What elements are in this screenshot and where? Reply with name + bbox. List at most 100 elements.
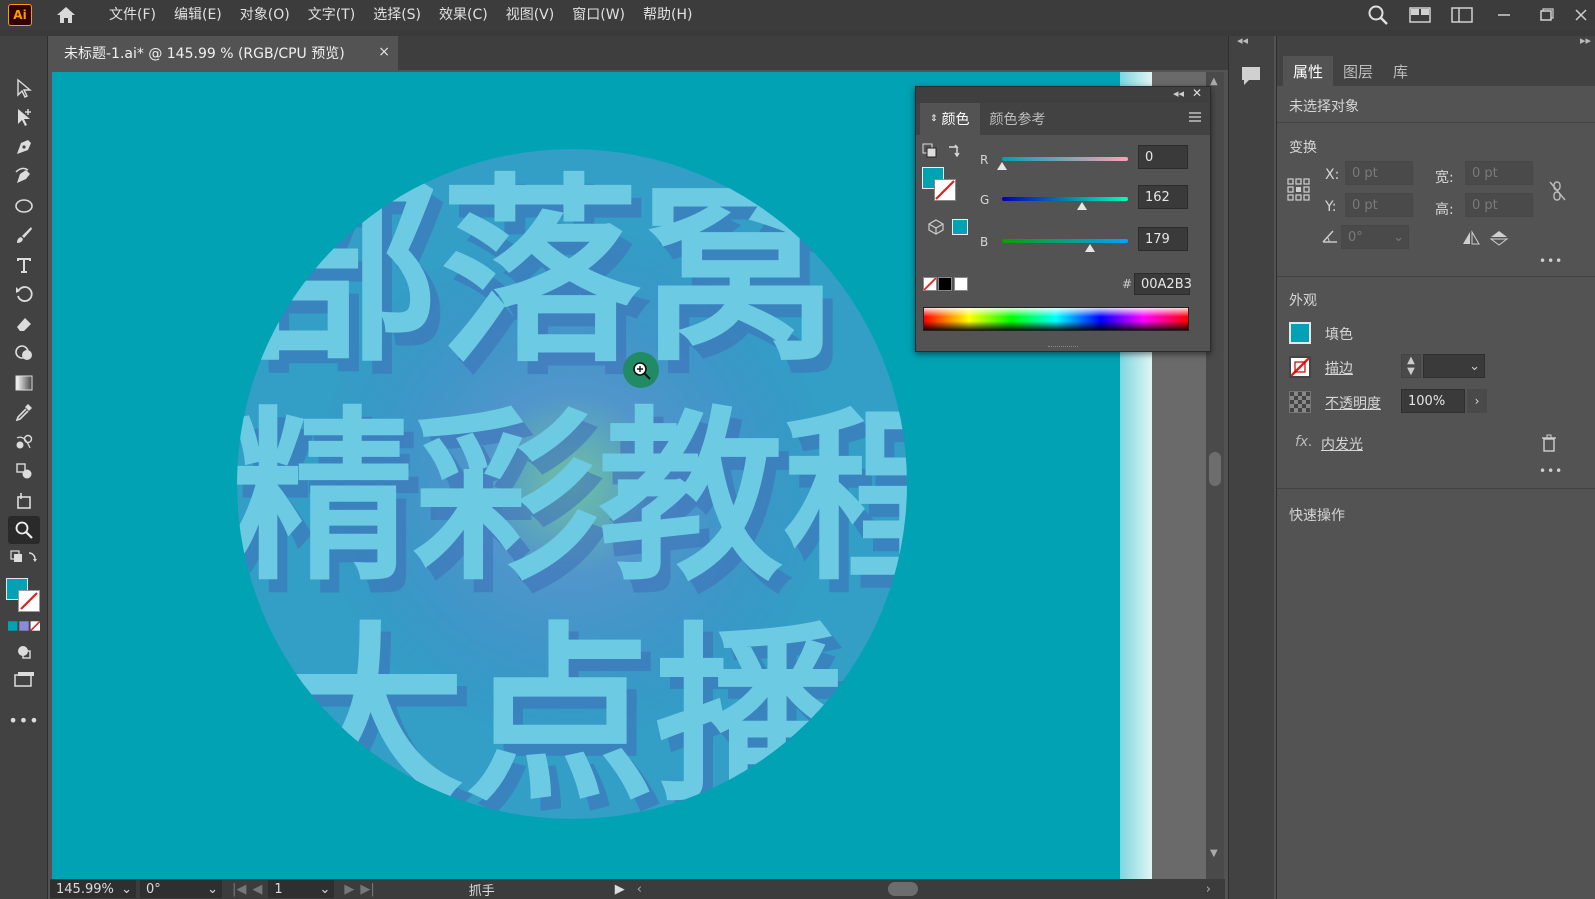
workspace-layout-icon[interactable] [1399,0,1441,30]
menu-edit[interactable]: 编辑(E) [165,0,231,30]
artboard-tool-icon[interactable] [8,487,40,515]
document-tab[interactable]: 未标题-1.ai* @ 145.99 % (RGB/CPU 预览) × [50,36,398,70]
g-value-field[interactable]: 162 [1138,185,1188,209]
color-mode-icon[interactable] [8,618,40,634]
scroll-right-icon[interactable]: › [1206,882,1211,897]
stroke-label[interactable]: 描边 [1325,358,1353,378]
web-safe-swatch[interactable] [952,219,968,235]
out-of-gamut-icon[interactable] [928,219,944,239]
search-icon[interactable] [1357,0,1399,30]
width-input[interactable]: 0 pt [1465,161,1533,185]
menu-effect[interactable]: 效果(C) [430,0,497,30]
zoom-tool-icon[interactable] [8,516,40,544]
b-slider-track[interactable] [1002,239,1128,243]
tab-layers[interactable]: 图层 [1333,56,1383,86]
b-slider-thumb[interactable] [1085,244,1096,252]
eyedropper-tool-icon[interactable] [8,398,40,426]
vertical-scroll-thumb[interactable] [1209,452,1221,486]
ellipse-tool-icon[interactable] [8,192,40,220]
close-panel-icon[interactable]: ✕ [1192,86,1202,100]
rotation-field[interactable]: 0° ⌄ [140,880,222,898]
menu-help[interactable]: 帮助(H) [634,0,701,30]
g-slider-track[interactable] [1002,197,1128,201]
stroke-weight-input[interactable]: ⌄ [1423,354,1485,378]
none-color-swatch[interactable] [923,277,937,291]
tab-color[interactable]: ⇕ 颜色 [920,103,980,135]
r-slider-thumb[interactable] [997,162,1007,170]
tab-properties[interactable]: 属性 [1283,56,1334,86]
menu-window[interactable]: 窗口(W) [563,0,634,30]
minimize-icon[interactable] [1483,0,1525,30]
angle-dropdown-icon[interactable]: ⌄ [1393,230,1404,245]
rotate-tool-icon[interactable] [8,280,40,308]
edit-toolbar-more-icon[interactable]: ••• [8,706,40,734]
effect-inner-glow[interactable]: 内发光 [1321,434,1363,454]
first-artboard-icon[interactable]: |◀ [232,882,246,897]
expand-panels-icon[interactable]: ◂◂ [1237,34,1248,47]
arrange-documents-icon[interactable] [1441,0,1483,30]
opacity-expand-icon[interactable]: › [1467,389,1487,413]
status-menu-icon[interactable]: ▶ [615,882,625,897]
panel-menu-icon[interactable] [1188,111,1202,127]
next-artboard-icon[interactable]: ▶ [344,882,354,897]
collapse-panel-icon[interactable]: ◂◂ [1173,87,1184,100]
close-tab-icon[interactable]: × [378,44,390,60]
last-artboard-icon[interactable]: ▶| [360,882,374,897]
default-colors-icon[interactable] [922,143,938,163]
r-slider-track[interactable] [1002,157,1128,161]
x-input[interactable]: 0 pt [1345,161,1413,185]
reference-point-icon[interactable] [1287,178,1311,206]
tab-toggle-icon[interactable]: ⇕ [930,114,938,124]
tab-color-guide[interactable]: 颜色参考 [980,103,1056,135]
menu-select[interactable]: 选择(S) [364,0,430,30]
white-swatch[interactable] [954,277,968,291]
shape-builder-tool-icon[interactable] [8,339,40,367]
close-window-icon[interactable] [1567,0,1595,30]
transform-more-icon[interactable]: ••• [1539,254,1563,268]
flip-vertical-icon[interactable] [1489,230,1509,250]
hex-value-field[interactable]: 00A2B3 [1134,273,1192,295]
tab-libraries[interactable]: 库 [1383,56,1418,86]
height-input[interactable]: 0 pt [1465,193,1533,217]
pen-tool-icon[interactable] [8,133,40,161]
draw-mode-icon[interactable] [8,638,40,666]
g-slider-thumb[interactable] [1077,202,1087,210]
blend-tool-icon[interactable] [8,428,40,456]
stroke-weight-dropdown-icon[interactable]: ⌄ [1469,359,1480,374]
fill-stroke-swatch[interactable] [6,574,40,616]
swap-colors-icon[interactable] [946,143,962,163]
horizontal-scroll-thumb[interactable] [888,882,918,896]
swap-fill-stroke-icon[interactable] [8,548,40,566]
panel-resize-grip[interactable] [1048,346,1078,349]
screen-mode-icon[interactable] [8,666,40,694]
direct-selection-tool-icon[interactable] [8,103,40,131]
menu-object[interactable]: 对象(O) [231,0,299,30]
black-swatch[interactable] [938,277,952,291]
collapse-properties-icon[interactable]: ▸▸ [1580,34,1591,47]
stroke-color-swatch[interactable] [1289,356,1311,378]
scroll-down-icon[interactable]: ▼ [1210,848,1218,859]
selection-tool-icon[interactable] [8,74,40,102]
type-tool-icon[interactable] [8,251,40,279]
artboard-number-field[interactable]: 1 ⌄ [268,880,335,898]
menu-view[interactable]: 视图(V) [497,0,564,30]
flip-horizontal-icon[interactable] [1461,230,1481,250]
menu-file[interactable]: 文件(F) [100,0,165,30]
opacity-input[interactable]: 100% [1401,389,1465,413]
paintbrush-tool-icon[interactable] [8,221,40,249]
constrain-proportions-icon[interactable] [1549,180,1567,206]
menu-type[interactable]: 文字(T) [299,0,364,30]
delete-effect-icon[interactable] [1541,434,1557,456]
panel-stroke-swatch[interactable] [934,179,956,201]
restore-icon[interactable] [1525,0,1567,30]
stroke-swatch[interactable] [18,590,40,612]
rotation-dropdown-icon[interactable]: ⌄ [207,882,218,897]
artboard-dropdown-icon[interactable]: ⌄ [319,882,330,897]
fill-color-swatch[interactable] [1289,322,1311,344]
stroke-weight-stepper[interactable]: ▲ ▼ [1401,354,1421,378]
gradient-tool-icon[interactable] [8,369,40,397]
scroll-up-icon[interactable]: ▲ [1210,76,1218,87]
color-panel-titlebar[interactable]: ◂◂ ✕ [916,86,1210,103]
zoom-level-field[interactable]: 145.99% ⌄ [50,880,136,898]
scroll-left-icon[interactable]: ‹ [637,882,642,897]
